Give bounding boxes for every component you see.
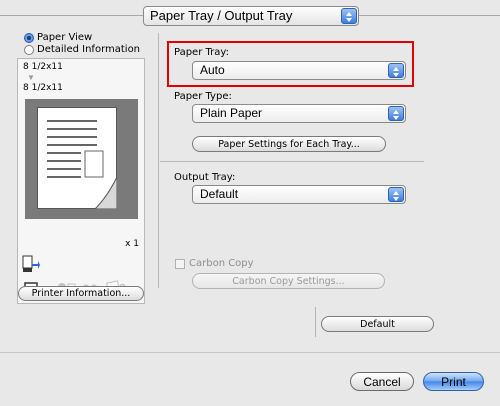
output-tray-select[interactable]: Default [192,185,406,204]
paper-type-select[interactable]: Plain Paper [192,104,406,123]
down-arrow-icon: ▼ [27,73,35,82]
popup-arrows-icon [388,106,404,121]
print-button[interactable]: Print [423,372,484,391]
section-popup-label: Paper Tray / Output Tray [150,8,293,23]
cancel-button[interactable]: Cancel [350,372,414,391]
page-preview-area [25,99,138,219]
pane-separator [158,33,159,288]
paper-settings-each-tray-button[interactable]: Paper Settings for Each Tray... [192,136,386,152]
paper-tray-value: Auto [200,63,225,77]
carbon-copy-settings-button[interactable]: Carbon Copy Settings... [192,273,385,289]
paper-tray-select[interactable]: Auto [192,61,406,80]
footer-divider [0,352,500,353]
paper-type-value: Plain Paper [200,106,263,120]
paper-type-label: Paper Type: [174,91,232,102]
popup-arrows-icon [341,8,357,24]
output-tray-value: Default [200,187,239,201]
section-popup[interactable]: Paper Tray / Output Tray [143,6,359,26]
default-separator [315,307,316,337]
radio-detailed-info[interactable] [24,45,34,55]
left-pane: Paper View Detailed Information 8 1/2x11… [0,27,160,317]
carbon-copy-label: Carbon Copy [189,258,254,269]
default-button[interactable]: Default [321,316,434,332]
popup-arrows-icon [388,63,404,78]
preview-panel: 8 1/2x11 ▼ 8 1/2x11 x 1 [17,58,145,304]
output-tray-label: Output Tray: [174,172,236,183]
copies-count: x 1 [125,239,139,249]
printer-information-button[interactable]: Printer Information... [18,286,144,301]
paper-size-output: 8 1/2x11 [23,83,63,93]
output-tray-icon [22,255,40,273]
right-divider [160,161,424,162]
carbon-copy-checkbox[interactable] [175,259,185,269]
radio-detailed-info-label: Detailed Information [37,44,141,55]
paper-size-source: 8 1/2x11 [23,62,63,72]
radio-paper-view-label: Paper View [37,32,93,43]
page-preview-icon [37,107,117,209]
popup-arrows-icon [388,187,404,202]
radio-paper-view[interactable] [24,33,34,43]
